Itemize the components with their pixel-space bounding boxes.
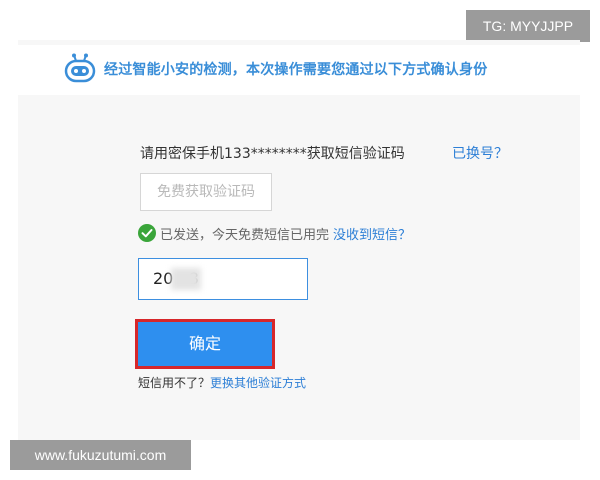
- not-received-link[interactable]: 没收到短信？: [333, 224, 411, 243]
- help-row: 短信用不了？更换其他验证方式: [138, 374, 306, 391]
- detection-banner: 经过智能小安的检测，本次操作需要您通过以下方式确认身份: [18, 45, 580, 95]
- banner-message: 经过智能小安的检测，本次操作需要您通过以下方式确认身份: [104, 62, 488, 78]
- change-verification-method-link[interactable]: 更换其他验证方式: [210, 376, 306, 390]
- watermark-site: www.fukuzutumi.com: [10, 440, 191, 470]
- robot-icon: [64, 53, 96, 83]
- help-question: 短信用不了？: [138, 376, 211, 390]
- verification-panel: 经过智能小安的检测，本次操作需要您通过以下方式确认身份 请用密保手机133***…: [18, 40, 580, 440]
- confirm-button[interactable]: 确定: [138, 322, 272, 366]
- verification-code-input[interactable]: 20 8: [138, 258, 308, 300]
- redaction-blur: [171, 268, 201, 290]
- change-number-link[interactable]: 已换号？: [452, 143, 508, 163]
- check-circle-icon: [138, 224, 156, 242]
- watermark-telegram: TG: MYYJJPP: [466, 10, 590, 42]
- sms-status: 已发送，今天免费短信已用完 没收到短信？: [138, 222, 411, 244]
- sms-prompt: 请用密保手机133********获取短信验证码: [140, 146, 405, 162]
- page: TG: MYYJJPP 经过智能小安的检测，本次操作需要您通过以下方式确认身份 …: [0, 0, 600, 480]
- sms-status-text: 已发送，今天免费短信已用完: [160, 227, 330, 243]
- get-sms-code-button[interactable]: 免费获取验证码: [140, 173, 272, 211]
